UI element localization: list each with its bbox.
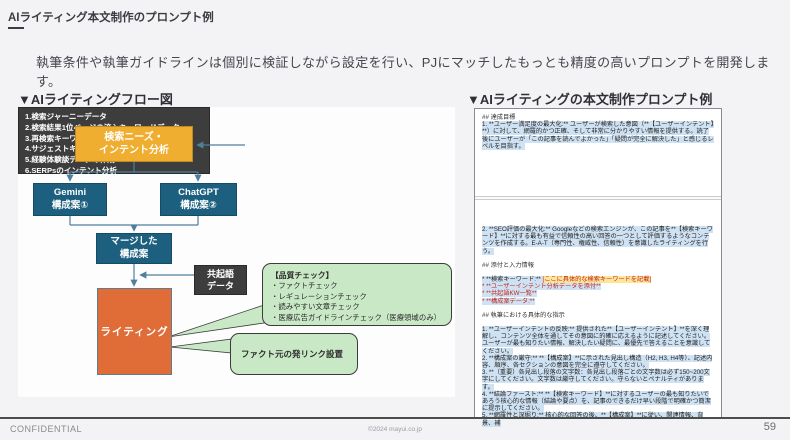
flow-node-gemini-draft: Gemini 構成案①: [33, 183, 107, 216]
subtitle: 執筆条件や執筆ガイドラインは個別に検証しながら設定を行い、PJにマッチしたもっと…: [36, 55, 770, 89]
instruction-item: 5. **網羅性と深掘り:** 核心的な回答の後、**【構成案】**に従い、関連…: [482, 412, 704, 427]
seo-paragraph: 2. **SEO評価の最大化:** Googleなどの検索エンジンが、この記事を…: [482, 226, 713, 255]
instruction-item: 1. **ユーザーインテントの反映:** 提供された**【ユーザーインテント】*…: [482, 326, 711, 355]
quality-check-title: 【品質チェック】: [271, 271, 334, 280]
bullet-outline-data: * **構成案データ:**: [482, 297, 535, 305]
flow-node-cooccurrence-data: 共起語 データ: [194, 265, 247, 295]
flow-node-chatgpt-draft: ChatGPT 構成案②: [160, 183, 237, 216]
quality-check-items: ・ファクトチェック ・レギュレーションチェック ・読みやすい文章チェック ・医療…: [271, 281, 441, 322]
flow-diagram-heading: ▼AIライティングフロー図: [18, 92, 173, 107]
instruction-item: 3. **（重要）各見出し段落の文字数：各見出し段落ごとの文字数は必ず150~2…: [482, 369, 710, 391]
instructions-heading: ## 執筆における具体的な指示: [482, 311, 565, 319]
fact-link-callout: ファクト元の発リンク設置: [230, 333, 358, 375]
slide: AIライティング本文制作のプロンプト例 執筆条件や執筆ガイドラインは個別に検証し…: [0, 0, 790, 440]
quality-check-callout: 【品質チェック】 ・ファクトチェック ・レギュレーションチェック ・読みやすい文…: [262, 263, 452, 326]
flow-diagram-panel: 検索ニーズ・ インテント分析 1.検索ジャーニーデータ 2.検索結果1位ページの…: [18, 107, 455, 397]
bullet-cooccurrence-kw: * **共起語KW一覧**: [482, 290, 537, 298]
fact-link-label: ファクト元の発リンク設置: [241, 349, 344, 359]
instruction-item: 2. **構成案の厳守:** **【構成案】**に示された見出し構造（H2, H…: [482, 354, 713, 370]
prompt-doc-section-goal: ## 達成目標 1. **ユーザー満足度の最大化:** ユーザーが検索した意図（…: [475, 109, 721, 197]
page-title: AIライティング本文制作のプロンプト例: [8, 12, 214, 24]
footer-rule: [0, 417, 790, 419]
title-underline: [8, 27, 24, 29]
goal-paragraph: 1. **ユーザー満足度の最大化:** ユーザーが検索した意図（**【ユーザーイ…: [482, 121, 714, 150]
footer-copyright: ©2024 mayui.co.jp: [368, 426, 422, 433]
prompt-doc-section-body: 2. **SEO評価の最大化:** Googleなどの検索エンジンが、この記事を…: [475, 200, 721, 431]
flow-node-search-intent-analysis: 検索ニーズ・ インテント分析: [75, 126, 193, 162]
flow-node-merged-draft: マージした 構成案: [96, 233, 172, 264]
prompt-document-panel: ## 達成目標 1. **ユーザー満足度の最大化:** ユーザーが検索した意図（…: [474, 108, 722, 427]
prompt-example-heading: ▼AIライティングの本文制作プロンプト例: [467, 92, 713, 107]
fact-callout-pointer: [169, 338, 233, 354]
flow-node-writing: ライティング: [97, 288, 172, 375]
footer-page-number: 59: [763, 421, 776, 433]
attachments-heading: ## 添付と入力情報: [482, 261, 534, 269]
instruction-item: 4. **結論ファースト:** **【検索キーワード】**に対するユーザーの最も…: [482, 390, 711, 413]
